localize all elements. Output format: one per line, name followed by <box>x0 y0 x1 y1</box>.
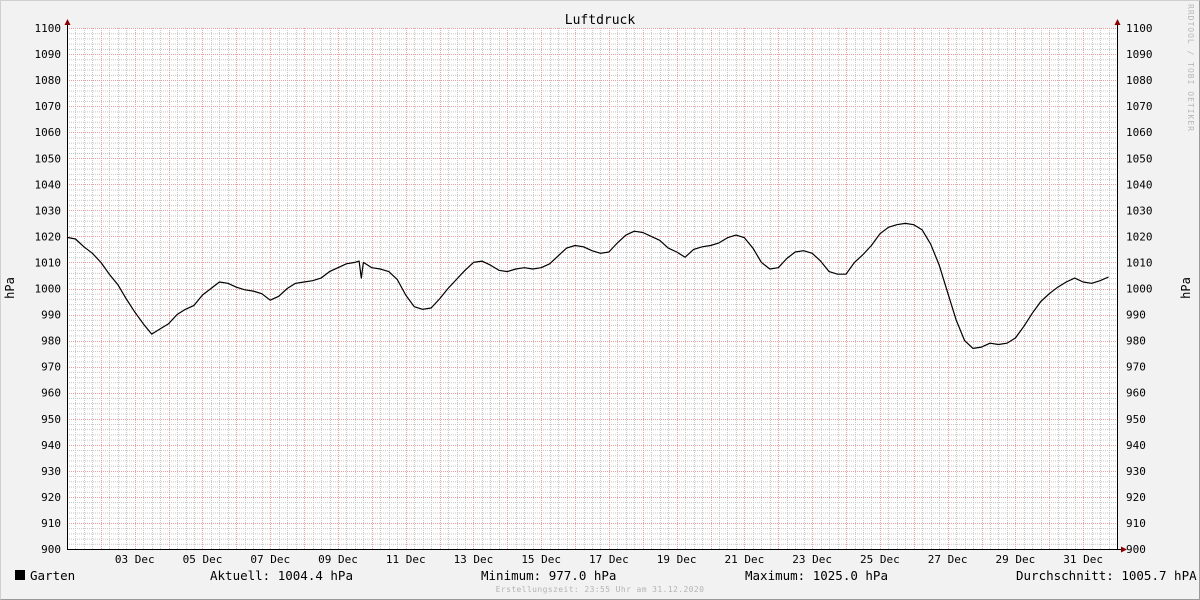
y-tick-label-left: 900 <box>41 543 61 556</box>
y-tick-label-left: 1000 <box>35 283 62 296</box>
y-tick-label-left: 1060 <box>35 126 62 139</box>
x-tick-label: 11 Dec <box>386 553 426 566</box>
y-tick-label-right: 1050 <box>1126 152 1153 165</box>
y-tick-label-left: 1080 <box>35 74 62 87</box>
x-tick-label: 03 Dec <box>115 553 155 566</box>
x-tick-label: 29 Dec <box>996 553 1036 566</box>
y-tick-label-right: 1080 <box>1126 74 1153 87</box>
y-tick-label-right: 1090 <box>1126 48 1153 61</box>
y-tick-label-right: 1020 <box>1126 230 1153 243</box>
y-tick-label-left: 1050 <box>35 152 62 165</box>
y-tick-label-left: 1020 <box>35 230 62 243</box>
x-tick-label: 19 Dec <box>657 553 697 566</box>
y-tick-label-left: 950 <box>41 413 61 426</box>
watermark: RRDTOOL / TOBI OETIKER <box>1186 4 1195 132</box>
legend-minimum: Minimum: 977.0 hPa <box>481 568 617 583</box>
footer-timestamp: Erstellungszeit: 23:55 Uhr am 31.12.2020 <box>495 585 705 594</box>
x-tick-label: 25 Dec <box>860 553 900 566</box>
y-tick-label-left: 990 <box>41 309 61 322</box>
y-tick-label-left: 1100 <box>35 22 62 35</box>
x-tick-label: 13 Dec <box>454 553 494 566</box>
legend-swatch <box>15 570 25 580</box>
y-tick-label-left: 980 <box>41 335 61 348</box>
x-tick-label: 31 Dec <box>1063 553 1103 566</box>
legend-series-label: Garten <box>30 568 76 583</box>
y-tick-label-right: 990 <box>1126 309 1146 322</box>
legend-maximum: Maximum: 1025.0 hPa <box>745 568 888 583</box>
y-tick-label-left: 940 <box>41 439 61 452</box>
y-tick-label-right: 930 <box>1126 465 1146 478</box>
y-tick-label-right: 1010 <box>1126 256 1153 269</box>
y-tick-label-left: 960 <box>41 387 61 400</box>
x-tick-label: 17 Dec <box>589 553 629 566</box>
legend-aktuell: Aktuell: 1004.4 hPa <box>210 568 353 583</box>
x-tick-label: 15 Dec <box>521 553 561 566</box>
y-tick-label-right: 960 <box>1126 387 1146 400</box>
y-tick-label-right: 1060 <box>1126 126 1153 139</box>
y-tick-label-left: 1010 <box>35 256 62 269</box>
y-tick-label-right: 1030 <box>1126 204 1153 217</box>
y-tick-label-left: 1070 <box>35 100 62 113</box>
y-axis-label-right: hPa <box>1179 277 1193 299</box>
x-tick-label: 27 Dec <box>928 553 968 566</box>
y-tick-label-left: 970 <box>41 361 61 374</box>
x-tick-label: 07 Dec <box>250 553 290 566</box>
y-tick-label-right: 900 <box>1126 543 1146 556</box>
y-axis-arrow-right <box>1114 19 1121 25</box>
y-axis-arrow-left <box>64 19 71 25</box>
y-axis-label-left: hPa <box>3 277 17 299</box>
y-tick-label-right: 1070 <box>1126 100 1153 113</box>
x-tick-label: 09 Dec <box>318 553 358 566</box>
y-tick-label-right: 980 <box>1126 335 1146 348</box>
y-tick-label-right: 910 <box>1126 517 1146 530</box>
y-tick-label-right: 970 <box>1126 361 1146 374</box>
y-tick-label-left: 930 <box>41 465 61 478</box>
y-tick-label-left: 1030 <box>35 204 62 217</box>
chart: 900 900 910 910 920 920 930 930 940 940 950 950 960 9… <box>3 4 1195 566</box>
y-tick-label-right: 1040 <box>1126 178 1153 191</box>
x-tick-label: 21 Dec <box>725 553 765 566</box>
y-tick-label-right: 920 <box>1126 491 1146 504</box>
y-tick-label-left: 1090 <box>35 48 62 61</box>
x-tick-label: 05 Dec <box>183 553 223 566</box>
x-tick-label: 23 Dec <box>792 553 832 566</box>
chart-title: Luftdruck <box>565 13 636 28</box>
y-tick-label-left: 1040 <box>35 178 62 191</box>
y-tick-label-right: 1000 <box>1126 283 1153 296</box>
y-tick-label-right: 1100 <box>1126 22 1153 35</box>
legend-durchschnitt: Durchschnitt: 1005.7 hPA <box>1016 568 1197 583</box>
y-tick-label-left: 910 <box>41 517 61 530</box>
y-tick-label-left: 920 <box>41 491 61 504</box>
y-tick-label-right: 940 <box>1126 439 1146 452</box>
y-tick-label-right: 950 <box>1126 413 1146 426</box>
